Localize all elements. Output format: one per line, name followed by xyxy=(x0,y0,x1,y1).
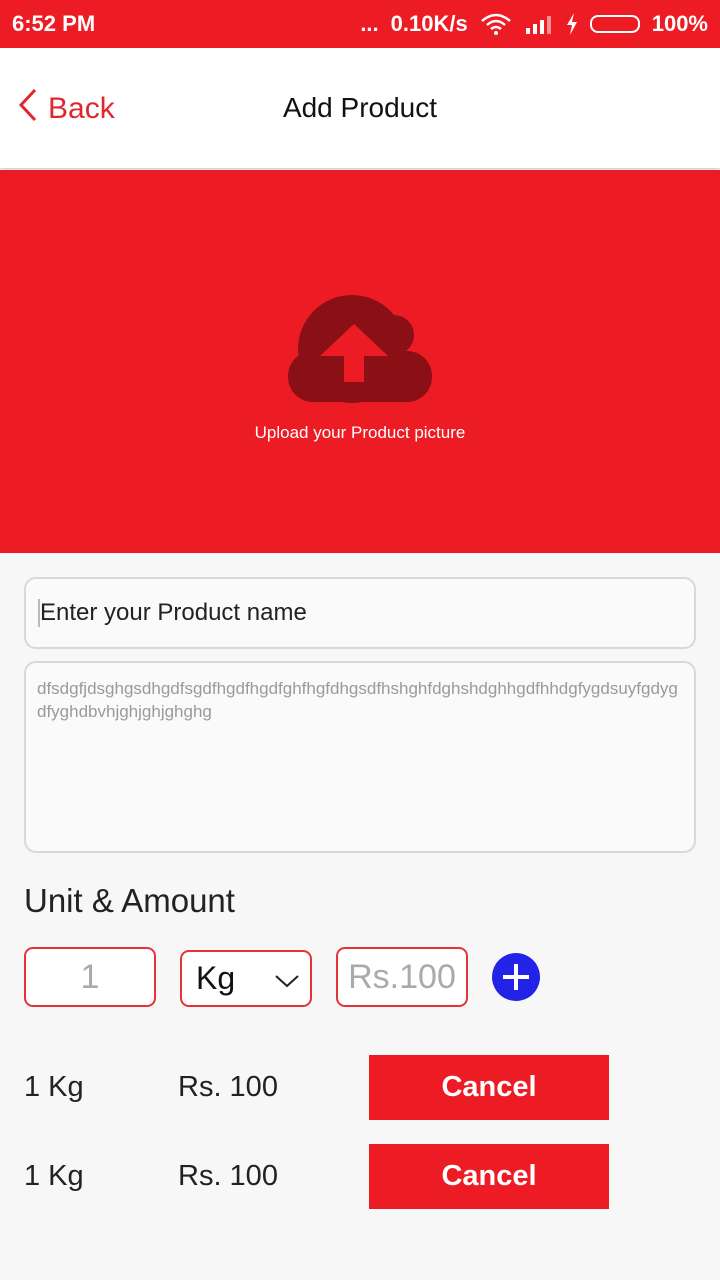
unit-amount-heading: Unit & Amount xyxy=(24,882,235,919)
cancel-button[interactable]: Cancel xyxy=(369,1055,609,1120)
page-title: Add Product xyxy=(282,92,438,123)
entry-unit: 1 Kg xyxy=(24,1160,84,1192)
product-name-input[interactable]: Enter your Product name xyxy=(24,577,696,649)
status-time: 6:52 PM xyxy=(12,11,96,36)
product-name-placeholder: Enter your Product name xyxy=(40,599,307,626)
app-bar: Back Add Product xyxy=(0,48,720,168)
network-speed: 0.10K/s xyxy=(390,11,468,36)
list-item: 1 Kg Rs. 100 Cancel xyxy=(0,1144,720,1209)
status-dots: ... xyxy=(360,11,379,36)
entry-price: Rs. 100 xyxy=(178,1160,278,1192)
battery-percent: 100% xyxy=(651,11,708,36)
upload-label: Upload your Product picture xyxy=(254,423,466,442)
entry-unit: 1 Kg xyxy=(24,1071,84,1103)
entry-price: Rs. 100 xyxy=(178,1071,278,1103)
chevron-down-icon xyxy=(274,960,300,997)
quantity-input[interactable]: 1 xyxy=(24,947,156,1007)
product-description-input[interactable]: dfsdgfjdsghgsdhgdfsgdfhgdfhgdfghfhgfdhgs… xyxy=(24,661,696,853)
list-item: 1 Kg Rs. 100 Cancel xyxy=(0,1055,720,1120)
wifi-icon xyxy=(480,13,512,35)
cloud-upload-icon[interactable] xyxy=(286,293,434,410)
cancel-button[interactable]: Cancel xyxy=(369,1144,609,1209)
battery-icon xyxy=(589,15,640,33)
signal-icon xyxy=(524,14,554,34)
price-input[interactable]: Rs.100 xyxy=(336,947,468,1007)
unit-selected-value: Kg xyxy=(196,960,236,996)
unit-select[interactable]: Kg xyxy=(180,950,312,1007)
status-bar: 6:52 PM ... 0.10K/s 100% xyxy=(0,0,720,48)
plus-icon[interactable] xyxy=(492,953,540,1001)
charging-icon xyxy=(566,13,578,35)
